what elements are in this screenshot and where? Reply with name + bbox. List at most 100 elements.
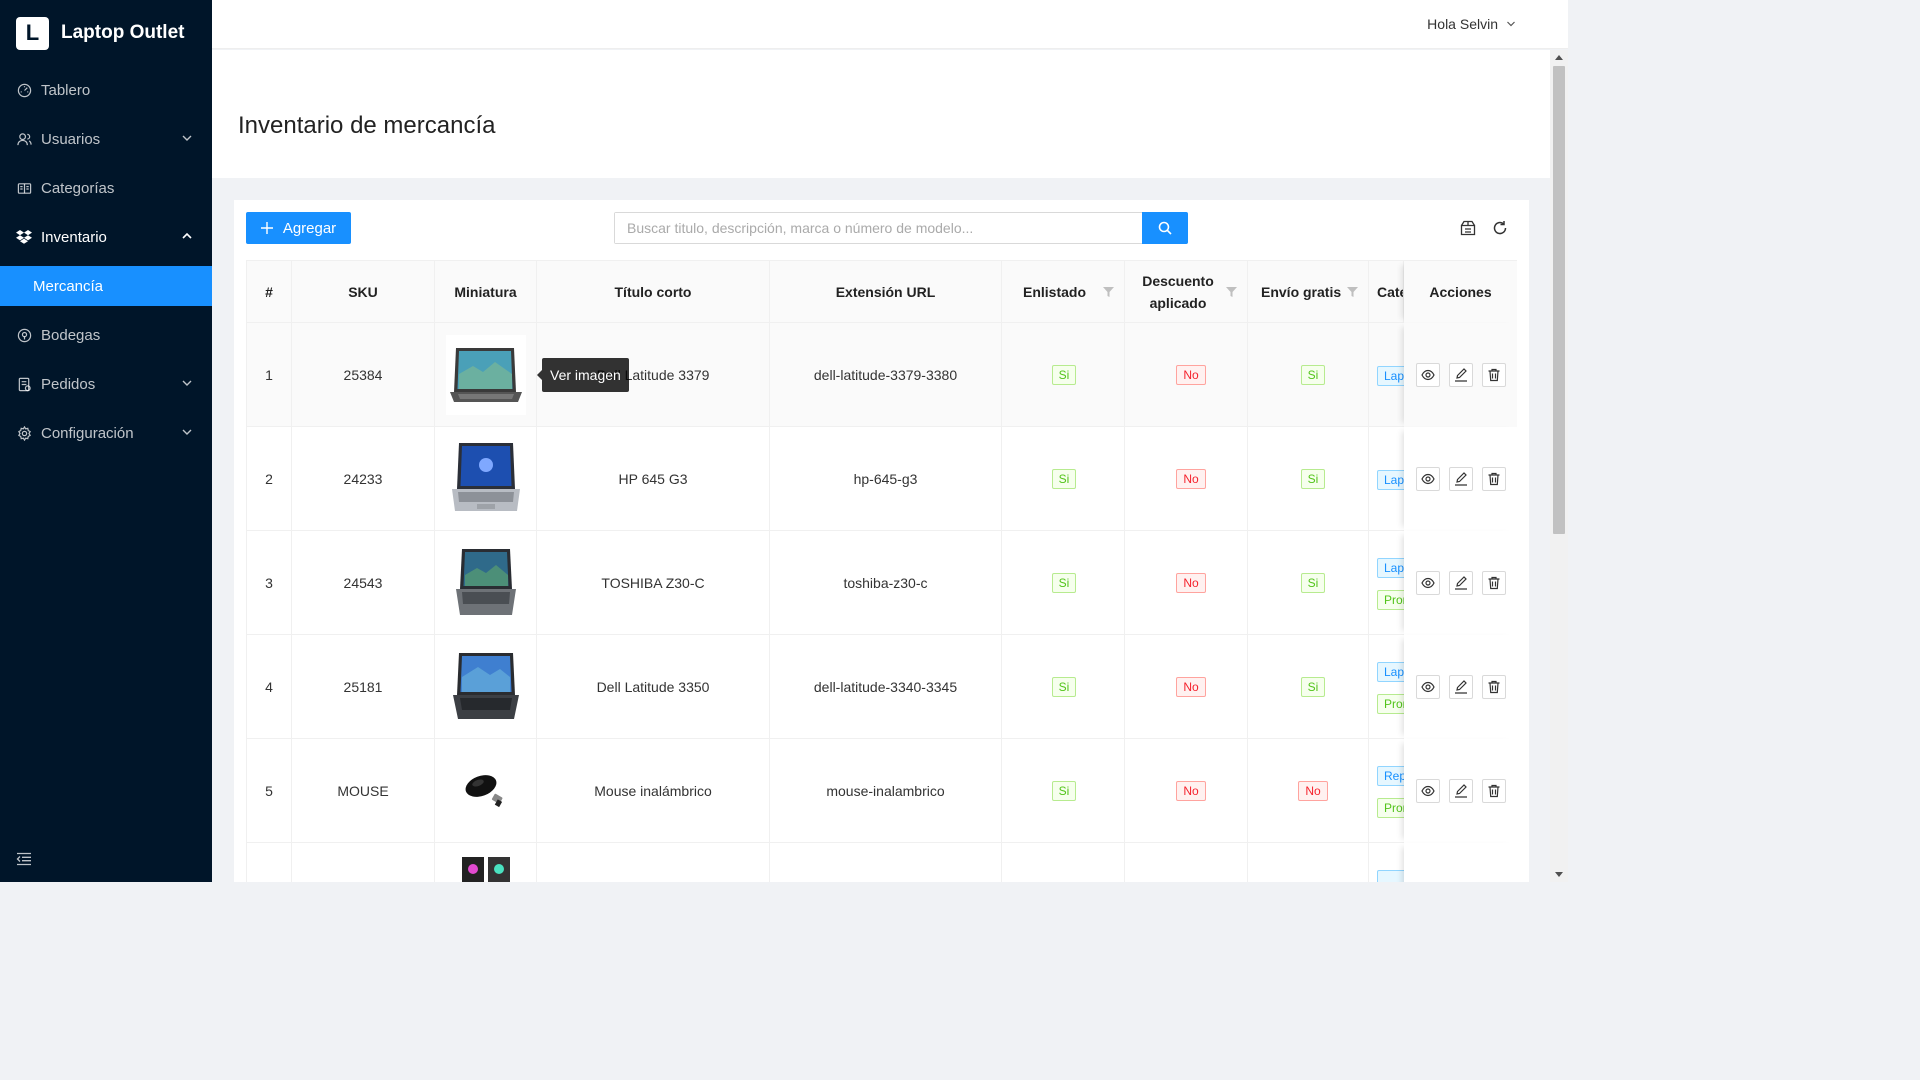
view-button[interactable] <box>1416 571 1440 595</box>
reload-icon[interactable] <box>1492 220 1508 236</box>
trash-icon <box>1488 368 1500 382</box>
add-button[interactable]: Agregar <box>246 212 351 244</box>
scroll-thumb[interactable] <box>1553 66 1565 534</box>
delete-button[interactable] <box>1482 467 1506 491</box>
row-listed: Si <box>1002 427 1125 531</box>
edit-button[interactable] <box>1449 571 1473 595</box>
row-thumbnail[interactable] <box>435 635 537 739</box>
chevron-down-icon <box>182 429 192 435</box>
listed-tag: Si <box>1051 469 1077 489</box>
row-categories: Laptops <box>1369 427 1404 531</box>
row-thumbnail[interactable] <box>435 531 537 635</box>
sidebar-item-pedidos[interactable]: Pedidos <box>0 364 212 404</box>
view-button[interactable] <box>1416 779 1440 803</box>
category-tag: Promociones <box>1377 590 1404 610</box>
edit-icon <box>1455 784 1467 798</box>
edit-button[interactable] <box>1449 779 1473 803</box>
laptop-image[interactable] <box>445 543 526 623</box>
row-actions <box>1404 427 1517 531</box>
category-tag: Laptops <box>1377 470 1404 490</box>
laptop-image[interactable] <box>445 335 526 415</box>
sidebar-subitem-mercancia[interactable]: Mercancía <box>0 266 212 306</box>
row-thumbnail[interactable] <box>435 323 537 427</box>
mouse-image[interactable] <box>445 751 526 831</box>
row-categories: Repuestos Promociones <box>1369 739 1404 843</box>
category-tag: Promociones <box>1377 694 1404 714</box>
delete-button[interactable] <box>1482 675 1506 699</box>
app-logo[interactable]: L Laptop Outlet <box>0 0 212 66</box>
user-menu[interactable]: Hola Selvin <box>1427 16 1516 32</box>
chevron-up-icon <box>182 232 192 239</box>
edit-button[interactable] <box>1449 675 1473 699</box>
sidebar-item-categorias[interactable]: Categorías <box>0 168 212 208</box>
listed-tag: Si <box>1051 677 1077 697</box>
sidebar-item-usuarios[interactable]: Usuarios <box>0 119 212 159</box>
page-scrollbar[interactable] <box>1550 50 1568 882</box>
shipping-tag: Si <box>1300 469 1326 489</box>
row-thumbnail[interactable] <box>435 427 537 531</box>
category-tag: Laptops <box>1377 662 1404 682</box>
laptop-image[interactable] <box>445 647 526 727</box>
col-thumbnail: Miniatura <box>435 261 537 323</box>
category-tag: Laptops <box>1377 558 1404 578</box>
menu-fold-icon[interactable] <box>16 852 32 866</box>
row-shipping: Si <box>1248 323 1369 427</box>
row-sku: MOUSE <box>292 739 435 843</box>
row-title: Mouse inalámbrico <box>537 739 770 843</box>
table-row: 2 24233 HP 645 G3 hp-645-g3 Si No Si Lap… <box>247 427 1517 531</box>
settings-icon <box>16 425 32 441</box>
shipping-tag: Si <box>1300 573 1326 593</box>
sidebar-item-configuracion[interactable]: Configuración <box>0 413 212 453</box>
row-thumbnail[interactable] <box>435 739 537 843</box>
row-thumbnail[interactable] <box>435 843 537 882</box>
edit-button[interactable] <box>1449 467 1473 491</box>
row-url: mouse-inalambrico <box>770 739 1002 843</box>
row-discount: No <box>1125 531 1248 635</box>
row-discount <box>1125 843 1248 882</box>
delete-button[interactable] <box>1482 363 1506 387</box>
warehouse-icon[interactable] <box>1460 220 1476 236</box>
sidebar-item-inventario[interactable]: Inventario <box>0 217 212 257</box>
trash-icon <box>1488 576 1500 590</box>
view-button[interactable] <box>1416 467 1440 491</box>
sidebar-item-bodegas[interactable]: Bodegas <box>0 315 212 355</box>
chevron-down-icon <box>1507 21 1515 27</box>
inventory-table: # SKU Miniatura Título corto Extensión U… <box>246 260 1517 882</box>
table-header: # SKU Miniatura Título corto Extensión U… <box>247 261 1517 323</box>
sidebar-item-tablero[interactable]: Tablero <box>0 70 212 110</box>
search-button[interactable] <box>1142 212 1188 244</box>
row-categories: Laptops <box>1369 323 1404 427</box>
row-title: HP 645 G3 <box>537 427 770 531</box>
search-input[interactable] <box>615 213 1142 243</box>
sidebar-item-label: Configuración <box>41 424 134 442</box>
product-image[interactable] <box>458 855 514 882</box>
delete-button[interactable] <box>1482 571 1506 595</box>
location-icon <box>16 327 32 343</box>
view-button[interactable] <box>1416 363 1440 387</box>
filter-icon[interactable] <box>1347 287 1358 297</box>
table-row: 5 MOUSE Mouse inalámbrico mouse-inalambr… <box>247 739 1517 843</box>
scroll-down-arrow[interactable] <box>1555 872 1563 877</box>
col-discount[interactable]: Descuento aplicado <box>1125 261 1248 323</box>
row-index: 5 <box>247 739 292 843</box>
categories-icon <box>16 180 32 196</box>
sidebar-item-label: Categorías <box>41 179 115 197</box>
discount-tag: No <box>1176 781 1206 801</box>
filter-icon[interactable] <box>1226 287 1237 297</box>
top-header: Hola Selvin <box>212 0 1568 49</box>
delete-button[interactable] <box>1482 779 1506 803</box>
laptop-image[interactable] <box>445 439 526 519</box>
row-listed: Si <box>1002 635 1125 739</box>
chevron-down-icon <box>182 135 192 141</box>
col-listed[interactable]: Enlistado <box>1002 261 1125 323</box>
view-button[interactable] <box>1416 675 1440 699</box>
col-actions: Acciones <box>1404 261 1517 323</box>
row-actions <box>1404 843 1517 882</box>
scroll-up-arrow[interactable] <box>1555 55 1563 60</box>
sidebar-item-label: Pedidos <box>41 375 96 393</box>
discount-tag: No <box>1176 469 1206 489</box>
col-free-shipping[interactable]: Envío gratis <box>1248 261 1369 323</box>
chevron-down-icon <box>182 380 192 386</box>
edit-button[interactable] <box>1449 363 1473 387</box>
filter-icon[interactable] <box>1103 287 1114 297</box>
